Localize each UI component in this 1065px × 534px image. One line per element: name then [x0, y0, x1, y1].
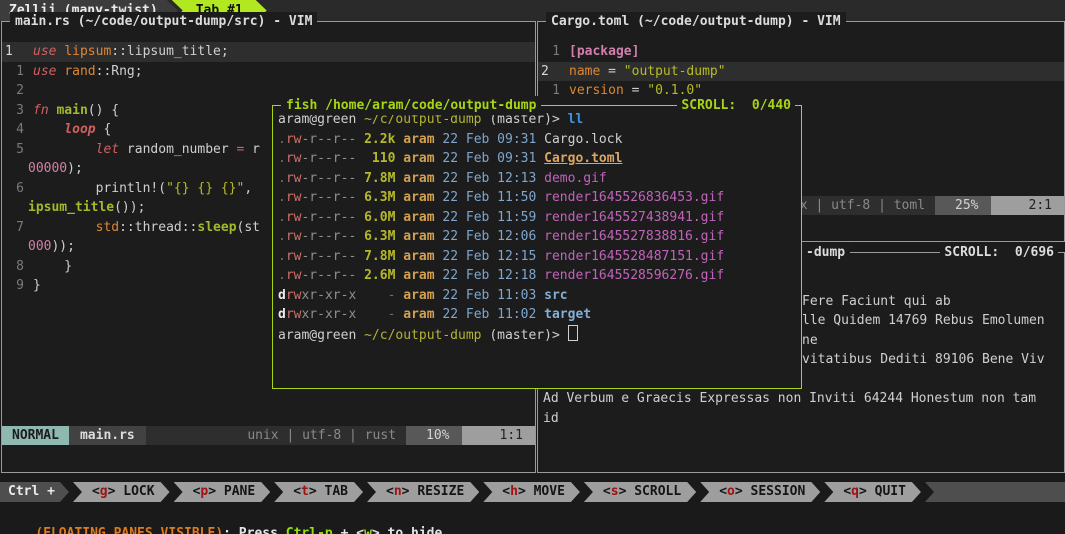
keybar-ribbon-pane[interactable]: <p> PANE: [174, 482, 271, 502]
terminal-row: .rw-r--r-- 2.6M aram 22 Feb 12:18 render…: [278, 266, 801, 286]
keybar-prefix: Ctrl +: [0, 482, 69, 502]
vim-scroll-percent: 10%: [406, 426, 461, 445]
keybar-label: PANE: [224, 484, 255, 499]
hint-suffix: to hide.: [380, 526, 450, 534]
keybar-label: LOCK: [123, 484, 154, 499]
keybar-ribbon-resize[interactable]: <n> RESIZE: [367, 482, 479, 502]
terminal-row: .rw-r--r-- 2.2k aram 22 Feb 09:31 Cargo.…: [278, 130, 801, 150]
keybar-label: TAB: [325, 484, 348, 499]
terminal-row: drwxr-xr-x - aram 22 Feb 11:02 target: [278, 305, 801, 325]
line-number-gutter: [2, 237, 28, 257]
vim-mode-indicator: NORMAL: [2, 426, 69, 445]
line-number-gutter: 4: [2, 120, 33, 140]
line-number-gutter: 1: [2, 62, 33, 82]
hint-bracket: <: [356, 526, 364, 534]
zellij-screen: Zellij (many-twist) Tab #1 main.rs (~/co…: [0, 0, 1065, 534]
line-number-gutter: 1: [538, 81, 569, 101]
keybar-label: QUIT: [875, 484, 906, 499]
keybinding-bar: Ctrl + <g> LOCK<p> PANE<t> TAB<n> RESIZE…: [0, 482, 1065, 502]
keybar-ribbon-tab[interactable]: <t> TAB: [274, 482, 363, 502]
code-line: 2name = "output-dump": [538, 62, 1064, 82]
keybar-ribbon-lock[interactable]: <g> LOCK: [73, 482, 170, 502]
keybar-filler: [925, 482, 1065, 502]
code-line: 1use lipsum::lipsum_title;: [2, 42, 535, 62]
line-number-gutter: 5: [2, 140, 33, 160]
keybar-label: MOVE: [534, 484, 565, 499]
terminal-row: .rw-r--r-- 110 aram 22 Feb 09:31 Cargo.t…: [278, 149, 801, 169]
pane-main-rs-title: main.rs (~/code/output-dump/src) - VIM: [10, 12, 317, 31]
hint-bracket: >: [372, 526, 380, 534]
floating-pane-fish[interactable]: fish /home/aram/code/output-dump SCROLL:…: [272, 105, 802, 389]
vim-ruler: 1:1: [462, 426, 535, 445]
pane-output-title-fragment: -dump: [801, 243, 850, 262]
keybar-key: t: [301, 484, 309, 499]
hint-key-ctrl-p: Ctrl-p: [286, 526, 333, 534]
hint-text: : Press: [223, 526, 286, 534]
fish-scroll-indicator: SCROLL: 0/440: [677, 96, 795, 115]
keybar-label: SCROLL: [634, 484, 681, 499]
terminal-row: .rw-r--r-- 7.8M aram 22 Feb 12:15 render…: [278, 247, 801, 267]
line-number-gutter: 3: [2, 101, 33, 121]
line-number-gutter: 7: [2, 218, 33, 238]
floating-pane-title: fish /home/aram/code/output-dump: [281, 96, 541, 115]
keybar-key: o: [727, 484, 735, 499]
terminal-row: .rw-r--r-- 7.8M aram 22 Feb 12:13 demo.g…: [278, 169, 801, 189]
terminal-row: aram@green ~/c/output-dump (master)>: [278, 325, 801, 345]
pane-cargo-toml-title: Cargo.toml (~/code/output-dump) - VIM: [546, 12, 846, 31]
cargo-toml-buffer: 1[package]2name = "output-dump"1version …: [538, 22, 1064, 101]
vim-fileinfo: unix | utf-8 | rust: [237, 426, 406, 445]
keybar-label: RESIZE: [417, 484, 464, 499]
keybar-key: n: [394, 484, 402, 499]
main-rs-statusline: NORMAL main.rs unix | utf-8 | rust 10% 1…: [2, 426, 535, 445]
keybar-key: s: [611, 484, 619, 499]
keybar-ribbon-session[interactable]: <o> SESSION: [700, 482, 820, 502]
code-line: 1version = "0.1.0": [538, 81, 1064, 101]
terminal-row: .rw-r--r-- 6.0M aram 22 Feb 11:59 render…: [278, 208, 801, 228]
keybar-label: SESSION: [751, 484, 806, 499]
floating-panes-hint: (FLOATING PANES VISIBLE): Press Ctrl-p +…: [0, 504, 1065, 524]
line-number-gutter: [2, 198, 28, 218]
keybar-ribbon-scroll[interactable]: <s> SCROLL: [584, 482, 696, 502]
vim-fileinfo: x | utf-8 | toml: [790, 196, 935, 215]
statusline-spacer: [146, 426, 238, 445]
fish-terminal: aram@green ~/c/output-dump (master)> ll.…: [273, 106, 801, 344]
keybar-ribbon-quit[interactable]: <q> QUIT: [824, 482, 921, 502]
terminal-row: .rw-r--r-- 6.3M aram 22 Feb 12:06 render…: [278, 227, 801, 247]
terminal-cursor: [568, 325, 578, 341]
terminal-row: .rw-r--r-- 6.3M aram 22 Feb 11:50 render…: [278, 188, 801, 208]
code-line: 1use rand::Rng;: [2, 62, 535, 82]
keybar-key: h: [510, 484, 518, 499]
keybar-ribbon-move[interactable]: <h> MOVE: [483, 482, 580, 502]
keybar-key: q: [851, 484, 859, 499]
line-number-gutter: 2: [2, 81, 33, 101]
hint-status: (FLOATING PANES VISIBLE): [35, 526, 223, 534]
output-scroll-indicator: SCROLL: 0/696: [940, 243, 1058, 262]
terminal-row: drwxr-xr-x - aram 22 Feb 11:03 src: [278, 286, 801, 306]
code-line: 1[package]: [538, 42, 1064, 62]
line-number-gutter: 1: [2, 42, 33, 62]
hint-key-w: w: [364, 526, 372, 534]
hint-plus: +: [333, 526, 356, 534]
vim-scroll-percent: 25%: [935, 196, 990, 215]
line-number-gutter: 2: [538, 62, 569, 82]
vim-ruler: 2:1: [991, 196, 1064, 215]
keybar-key: g: [100, 484, 108, 499]
line-number-gutter: 1: [538, 42, 569, 62]
keybar-ribbons: <g> LOCK<p> PANE<t> TAB<n> RESIZE<h> MOV…: [69, 482, 921, 502]
output-line: id: [538, 409, 1064, 429]
output-line: Ad Verbum e Graecis Expressas non Inviti…: [538, 389, 1064, 409]
line-number-gutter: 8: [2, 257, 33, 277]
vim-filename: main.rs: [69, 426, 146, 445]
line-number-gutter: [2, 159, 28, 179]
line-number-gutter: 9: [2, 276, 33, 296]
line-number-gutter: 6: [2, 179, 33, 199]
